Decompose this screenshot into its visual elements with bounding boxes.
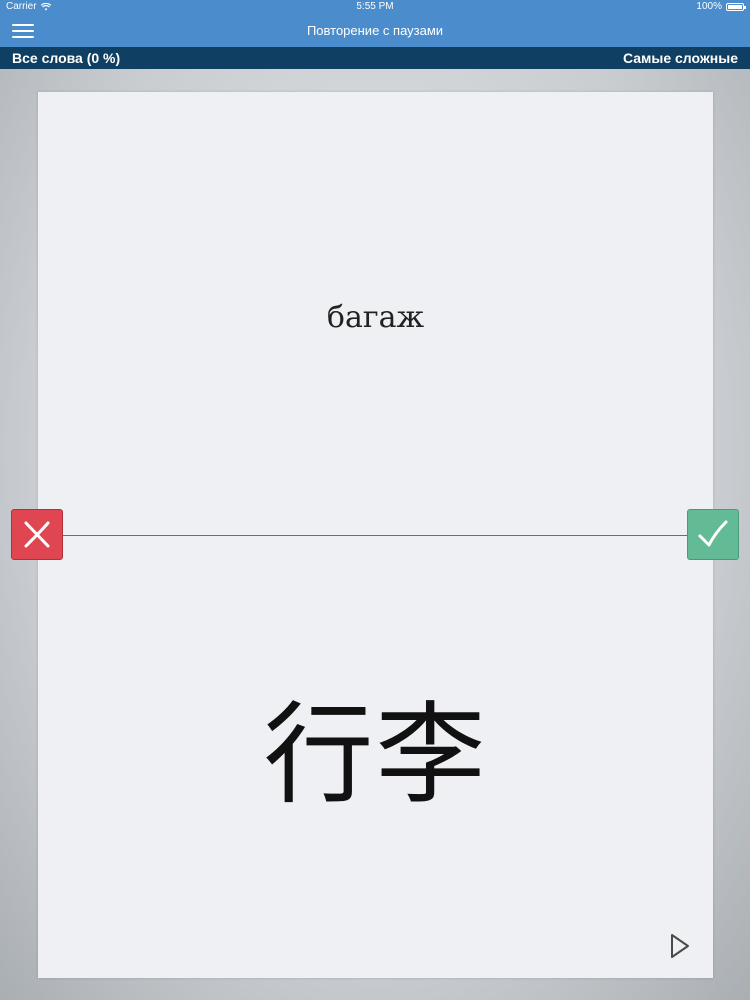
all-words-tab[interactable]: Все слова (0 %) — [12, 47, 120, 69]
word-filter-bar: Все слова (0 %) Самые сложные — [0, 47, 750, 69]
play-icon — [671, 934, 689, 958]
flashcard-question-word: багаж — [326, 300, 425, 335]
correct-answer-button[interactable] — [687, 509, 739, 560]
battery-indicator: 100% — [696, 0, 746, 14]
wrong-answer-button[interactable] — [11, 509, 63, 560]
cross-icon — [24, 521, 50, 548]
flashcard-answer-word: 行李 — [263, 691, 488, 819]
checkmark-icon — [698, 520, 728, 547]
battery-icon — [726, 3, 746, 11]
navigation-bar: Повторение с паузами — [0, 14, 750, 47]
hardest-words-tab[interactable]: Самые сложные — [623, 47, 738, 69]
card-divider — [62, 535, 688, 536]
status-bar: Carrier 5:55 PM 100% — [0, 0, 750, 14]
clock: 5:55 PM — [356, 1, 394, 12]
play-audio-button[interactable] — [668, 932, 694, 960]
page-title: Повторение с паузами — [306, 23, 444, 38]
battery-percentage: 100% — [696, 1, 722, 12]
